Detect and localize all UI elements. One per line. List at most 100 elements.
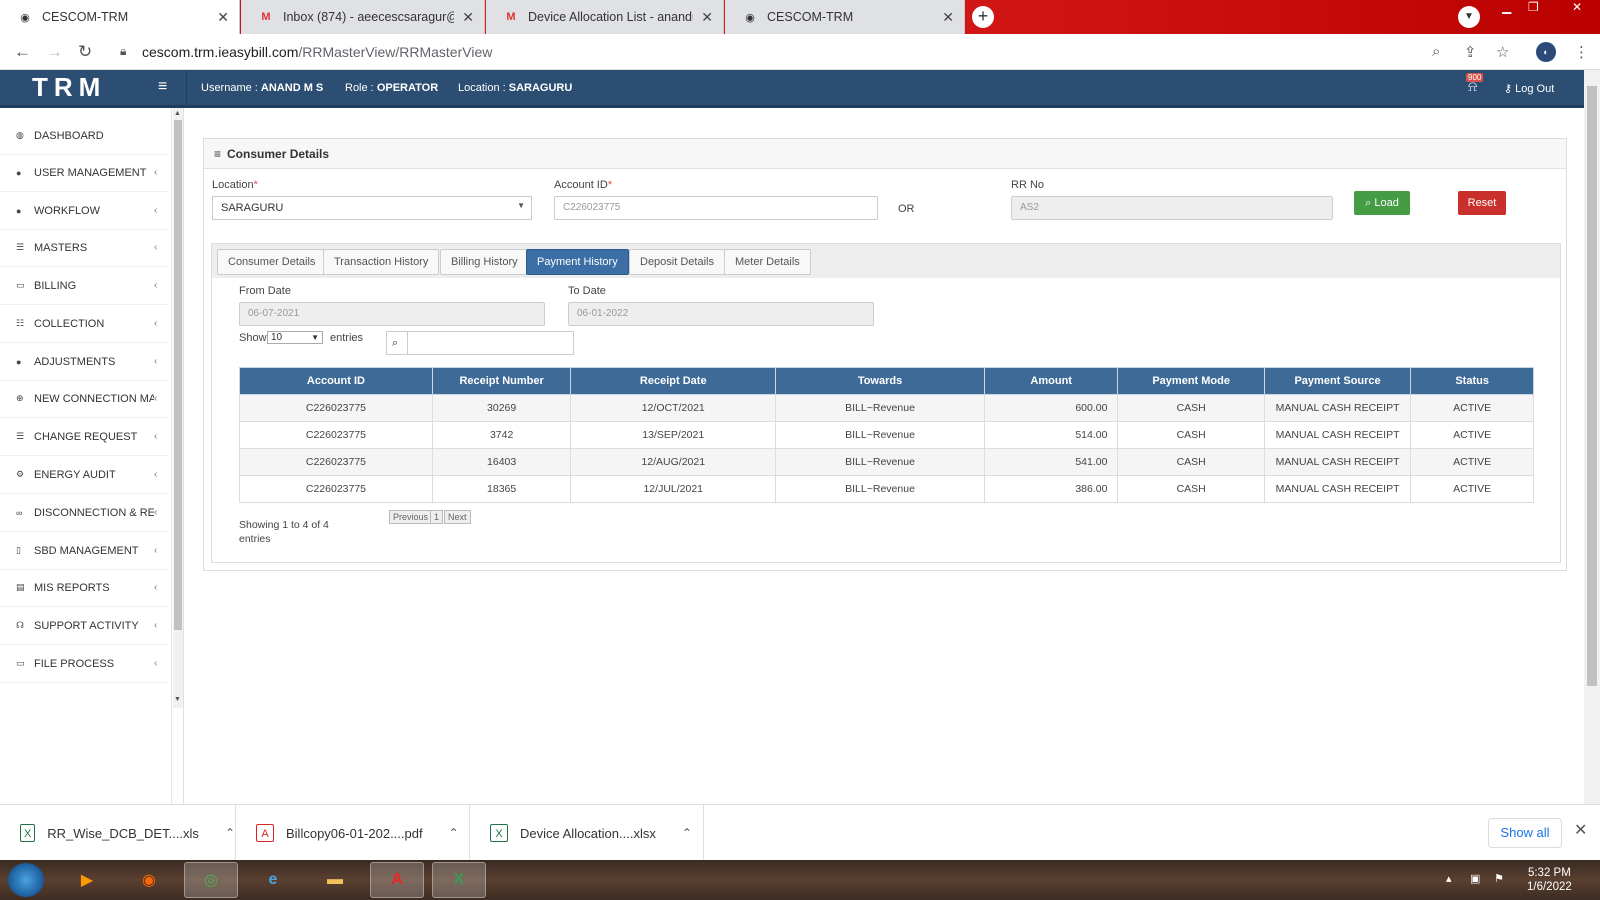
forward-icon[interactable]: → — [46, 42, 63, 62]
url-field[interactable]: cescom.trm.ieasybill.com/RRMasterView/RR… — [142, 44, 492, 60]
location-select[interactable]: SARAGURU ▼ — [212, 196, 532, 220]
sidebar-item-adjustments[interactable]: ● ADJUSTMENTS ‹ — [0, 343, 168, 381]
sidebar-item-disconnection-rec[interactable]: ∞ DISCONNECTION & REC...‹ — [0, 494, 168, 532]
flag-icon[interactable]: ⚑ — [1494, 872, 1504, 885]
tab-billing-history[interactable]: Billing History — [440, 249, 529, 275]
show-all-downloads-button[interactable]: Show all — [1488, 818, 1562, 848]
download-item-billcopy[interactable]: A Billcopy06-01-202....pdf ⌃ — [236, 805, 470, 861]
column-header[interactable]: Account ID — [239, 367, 433, 395]
sidebar-item-dashboard[interactable]: ◍ DASHBOARD — [0, 117, 168, 155]
menu-kebab-icon[interactable]: ⋮ — [1574, 43, 1589, 61]
chevron-up-icon[interactable]: ⌃ — [449, 826, 459, 840]
reset-button[interactable]: Reset — [1458, 191, 1506, 215]
page-scroll-thumb[interactable] — [1587, 86, 1597, 686]
tab-search-icon[interactable]: ▼ — [1458, 6, 1480, 28]
browser-tab-cescom-trm[interactable]: ◉ CESCOM-TRM ✕ — [0, 0, 240, 34]
scroll-up-icon[interactable]: ▲ — [174, 110, 181, 117]
sidebar-item-user-management[interactable]: ● USER MANAGEMENT ‹ — [0, 154, 168, 192]
browser-tab-cescom-trm-2[interactable]: ◉ CESCOM-TRM ✕ — [725, 0, 965, 34]
internet-explorer-icon[interactable]: e — [246, 862, 300, 898]
network-icon[interactable]: ▣ — [1470, 872, 1480, 885]
browser-tab-inbox[interactable]: M Inbox (874) - aeecescsaragur@gr ✕ — [241, 0, 485, 34]
start-button[interactable] — [8, 863, 44, 897]
user-icon: ● — [16, 167, 22, 178]
page-1-button[interactable]: 1 — [430, 510, 444, 524]
sidebar-item-label: SBD MANAGEMENT — [34, 544, 139, 557]
tab-payment-history[interactable]: Payment History — [526, 249, 629, 275]
sidebar-item-support-activity[interactable]: ☊ SUPPORT ACTIVITY ‹ — [0, 607, 168, 645]
close-icon[interactable]: ✕ — [942, 9, 954, 26]
scroll-down-icon[interactable]: ▼ — [174, 696, 181, 703]
close-icon[interactable]: ✕ — [701, 9, 713, 26]
table-cell: C226023775 — [239, 448, 433, 476]
column-header[interactable]: Towards — [775, 367, 985, 395]
chevron-up-icon[interactable]: ⌃ — [225, 826, 235, 840]
excel-icon[interactable]: X — [432, 862, 486, 898]
folder-icon[interactable]: ▬ — [308, 862, 362, 898]
table-search-input[interactable]: ⌕ — [386, 331, 574, 355]
zoom-icon[interactable]: ⌕ — [1432, 43, 1440, 60]
firefox-icon[interactable]: ◉ — [122, 862, 176, 898]
back-icon[interactable]: ← — [14, 42, 31, 62]
column-header[interactable]: Payment Mode — [1117, 367, 1265, 395]
sidebar-scroll-thumb[interactable] — [174, 120, 182, 630]
sidebar-item-energy-audit[interactable]: ⚙ ENERGY AUDIT ‹ — [0, 456, 168, 494]
next-page-button[interactable]: Next — [444, 510, 471, 524]
tray-arrow-icon[interactable]: ▴ — [1446, 872, 1452, 885]
bookmark-star-icon[interactable]: ☆ — [1496, 43, 1509, 61]
sidebar-item-masters[interactable]: ☰ MASTERS ‹ — [0, 229, 168, 267]
dashboard-icon: ◍ — [16, 130, 24, 140]
account-id-input[interactable]: C226023775 — [554, 196, 878, 220]
sidebar-item-file-process[interactable]: ▭ FILE PROCESS ‹ — [0, 645, 168, 683]
tab-deposit-details[interactable]: Deposit Details — [629, 249, 725, 275]
window-close-icon[interactable]: ✕ — [1572, 0, 1582, 18]
table-cell: BILL~Revenue — [775, 448, 985, 476]
entries-per-page-select[interactable]: 10 ▼ — [267, 331, 323, 344]
tab-transaction-history[interactable]: Transaction History — [323, 249, 440, 275]
logout-button[interactable]: ⚷ Log Out — [1504, 82, 1554, 95]
from-date-input[interactable]: 06-07-2021 — [239, 302, 545, 326]
download-item-device-allocation[interactable]: X Device Allocation....xlsx ⌃ — [470, 805, 704, 861]
headset-icon: ☊ — [16, 620, 24, 630]
sidebar-item-billing[interactable]: ▭ BILLING ‹ — [0, 267, 168, 305]
tab-consumer-details[interactable]: Consumer Details — [217, 249, 327, 275]
column-header[interactable]: Payment Source — [1263, 367, 1412, 395]
key-icon: ⚷ — [1504, 83, 1513, 95]
column-header[interactable]: Receipt Number — [431, 367, 572, 395]
new-tab-button[interactable]: + — [972, 6, 994, 28]
sidebar-item-mis-reports[interactable]: ▤ MIS REPORTS ‹ — [0, 569, 168, 607]
restore-icon[interactable]: ❐ — [1528, 0, 1539, 18]
profile-avatar[interactable]: ◐ — [1536, 42, 1556, 62]
sidebar-item-new-connection-man[interactable]: ⊕ NEW CONNECTION MAN...‹ — [0, 380, 168, 418]
column-header[interactable]: Amount — [983, 367, 1119, 395]
previous-page-button[interactable]: Previous — [389, 510, 433, 524]
users-icon: ● — [16, 356, 22, 367]
rr-no-input[interactable]: AS2 — [1011, 196, 1333, 220]
browser-tab-device-allocation[interactable]: M Device Allocation List - anandma ✕ — [486, 0, 724, 34]
download-item-rr-wise[interactable]: X RR_Wise_DCB_DET....xls ⌃ — [0, 805, 236, 861]
sidebar-item-workflow[interactable]: ● WORKFLOW ‹ — [0, 192, 168, 230]
sidebar-item-collection[interactable]: ☷ COLLECTION ‹ — [0, 305, 168, 343]
media-player-icon[interactable]: ▶ — [60, 862, 114, 898]
minimize-icon[interactable]: ▁ — [1502, 0, 1511, 18]
tab-meter-details[interactable]: Meter Details — [724, 249, 811, 275]
close-icon[interactable]: ✕ — [462, 9, 474, 26]
chrome-icon[interactable]: ◎ — [184, 862, 238, 898]
to-date-input[interactable]: 06-01-2022 — [568, 302, 874, 326]
hamburger-icon[interactable]: ≡ — [158, 78, 167, 96]
close-icon[interactable]: ✕ — [217, 9, 229, 26]
chevron-up-icon[interactable]: ⌃ — [682, 826, 692, 840]
table-row: C226023775 3742 13/SEP/2021 BILL~Revenue 514… — [239, 421, 1534, 449]
share-icon[interactable]: ⇪ — [1464, 43, 1477, 61]
reload-icon[interactable]: ↻ — [78, 42, 92, 62]
location-label: Location* — [212, 179, 258, 191]
sidebar-item-sbd-management[interactable]: ▯ SBD MANAGEMENT ‹ — [0, 532, 168, 570]
system-clock[interactable]: 5:32 PM 1/6/2022 — [1527, 866, 1572, 894]
column-header[interactable]: Receipt Date — [570, 367, 777, 395]
close-icon[interactable]: ✕ — [1574, 820, 1587, 840]
acrobat-icon[interactable]: A — [370, 862, 424, 898]
column-header[interactable]: Status — [1410, 367, 1534, 395]
load-button[interactable]: ⌕ Load — [1354, 191, 1410, 215]
sidebar-item-change-request[interactable]: ☰ CHANGE REQUEST ‹ — [0, 418, 168, 456]
table-cell: C226023775 — [239, 421, 433, 449]
